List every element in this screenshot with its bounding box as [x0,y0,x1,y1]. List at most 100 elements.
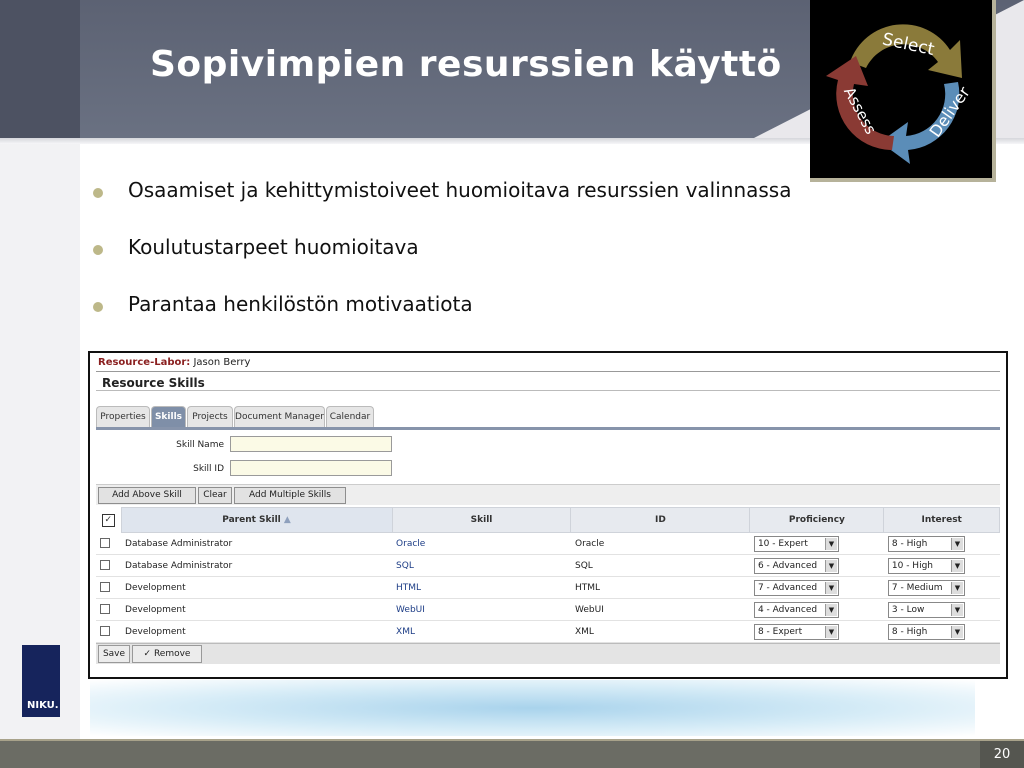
parent-skill-cell: Database Administrator [121,554,393,577]
parent-skill-cell: Development [121,620,393,643]
slide-footer: 20 [0,741,1024,768]
save-button[interactable]: Save [98,645,130,663]
bullet-dot [93,188,103,198]
clear-button[interactable]: Clear [198,487,232,504]
proficiency-select[interactable]: 4 - Advanced ▼ [753,601,839,618]
dropdown-arrow-icon: ▼ [824,559,837,572]
table-row: Database Administrator Oracle Oracle 10 - E… [96,532,1000,555]
column-parent-skill[interactable]: Parent Skill ▲ [120,507,393,533]
check-icon: ✓ [143,649,152,659]
row-select-cell [96,532,122,555]
interest-value: 10 - High [891,560,933,571]
parent-skill-cell: Development [121,598,393,621]
proficiency-value: 10 - Expert [757,538,808,549]
skill-name-input[interactable] [230,436,392,452]
bullet-item: Koulutustarpeet huomioitava [90,235,792,292]
skill-link[interactable]: Oracle [392,532,571,555]
proficiency-value: 4 - Advanced [757,604,818,615]
row-checkbox[interactable] [100,626,110,637]
interest-cell: 8 - High ▼ [883,532,1000,555]
bullet-text: Parantaa henkilöstön motivaatiota [128,292,473,316]
skill-id-cell: XML [570,620,750,643]
row-select-cell [96,620,122,643]
skills-table: ✓ Parent Skill ▲ Skill ID Proficiency In… [96,507,1000,643]
row-checkbox[interactable] [100,604,110,615]
dropdown-arrow-icon: ▼ [950,581,963,594]
skill-filter-form: Skill Name Skill ID [96,430,1000,485]
skill-link[interactable]: SQL [392,554,571,577]
proficiency-value: 7 - Advanced [757,582,818,593]
remove-label: Remove [153,649,191,659]
interest-select[interactable]: 8 - High ▼ [887,535,965,552]
remove-button[interactable]: ✓ Remove [132,645,202,663]
proficiency-select[interactable]: 7 - Advanced ▼ [753,579,839,596]
bullet-dot [93,302,103,312]
column-id[interactable]: ID [570,507,751,533]
tab-skills[interactable]: Skills [151,406,186,427]
proficiency-value: 6 - Advanced [757,560,818,571]
skills-toolbar: Add Above Skill Clear Add Multiple Skill… [96,484,1000,505]
interest-select[interactable]: 8 - High ▼ [887,623,965,640]
interest-select[interactable]: 3 - Low ▼ [887,601,965,618]
tab-properties[interactable]: Properties [96,406,150,427]
dropdown-arrow-icon: ▼ [824,581,837,594]
skill-id-input[interactable] [230,460,392,476]
row-checkbox[interactable] [100,582,110,593]
bullet-text: Koulutustarpeet huomioitava [128,235,419,259]
bullet-item: Osaamiset ja kehittymistoiveet huomioita… [90,178,792,235]
add-multiple-skills-button[interactable]: Add Multiple Skills [234,487,346,504]
dropdown-arrow-icon: ▼ [950,537,963,550]
interest-cell: 8 - High ▼ [883,620,1000,643]
decorative-glow [90,680,975,736]
tab-document-manager[interactable]: Document Manager [234,406,325,427]
divider [96,390,1000,391]
row-checkbox[interactable] [100,560,110,571]
dropdown-arrow-icon: ▼ [824,603,837,616]
parent-skill-cell: Development [121,576,393,599]
dropdown-arrow-icon: ▼ [824,537,837,550]
column-parent-skill-label: Parent Skill [222,515,281,525]
proficiency-cell: 10 - Expert ▼ [749,532,884,555]
table-row: Database Administrator SQL SQL 6 - Advanced… [96,554,1000,577]
column-interest[interactable]: Interest [883,507,1000,533]
bullet-list: Osaamiset ja kehittymistoiveet huomioita… [90,178,792,349]
row-select-cell [96,576,122,599]
page-number: 20 [980,741,1024,768]
tab-projects[interactable]: Projects [187,406,233,427]
add-above-skill-button[interactable]: Add Above Skill [98,487,196,504]
select-all-checkbox[interactable]: ✓ [101,513,115,527]
proficiency-cell: 8 - Expert ▼ [749,620,884,643]
table-header-row: ✓ Parent Skill ▲ Skill ID Proficiency In… [96,507,1000,533]
skill-link[interactable]: XML [392,620,571,643]
proficiency-select[interactable]: 8 - Expert ▼ [753,623,839,640]
skill-name-label: Skill Name [176,440,224,450]
skill-id-cell: WebUI [570,598,750,621]
proficiency-select[interactable]: 6 - Advanced ▼ [753,557,839,574]
skill-id-cell: HTML [570,576,750,599]
bullet-dot [93,245,103,255]
interest-value: 7 - Medium [891,582,943,593]
proficiency-cell: 6 - Advanced ▼ [749,554,884,577]
column-skill[interactable]: Skill [391,507,572,533]
interest-cell: 7 - Medium ▼ [883,576,1000,599]
dropdown-arrow-icon: ▼ [950,625,963,638]
bullet-text: Osaamiset ja kehittymistoiveet huomioita… [128,178,792,202]
interest-value: 3 - Low [891,604,925,615]
proficiency-cell: 7 - Advanced ▼ [749,576,884,599]
skill-link[interactable]: HTML [392,576,571,599]
tab-calendar[interactable]: Calendar [326,406,374,427]
row-checkbox[interactable] [100,538,110,548]
skill-id-cell: Oracle [570,532,750,555]
column-proficiency[interactable]: Proficiency [749,507,885,533]
dropdown-arrow-icon: ▼ [950,603,963,616]
proficiency-select[interactable]: 10 - Expert ▼ [753,535,839,552]
interest-cell: 3 - Low ▼ [883,598,1000,621]
resource-label: Resource-Labor: [98,357,191,368]
skill-id-label: Skill ID [193,464,224,474]
interest-select[interactable]: 10 - High ▼ [887,557,965,574]
divider [96,371,1000,372]
bottom-action-bar: Save ✓ Remove [96,643,1000,664]
header-left-block [0,0,80,138]
interest-select[interactable]: 7 - Medium ▼ [887,579,965,596]
skill-link[interactable]: WebUI [392,598,571,621]
